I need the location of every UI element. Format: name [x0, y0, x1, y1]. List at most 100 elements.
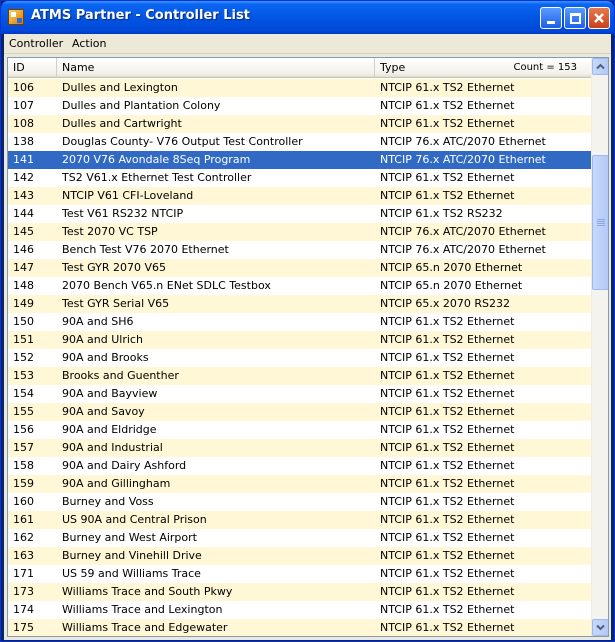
cell-id: 154: [13, 387, 34, 400]
cell-type: NTCIP 61.x TS2 Ethernet: [380, 441, 515, 454]
cell-type: NTCIP 61.x TS2 Ethernet: [380, 531, 515, 544]
cell-type: NTCIP 65.x 2070 RS232: [380, 297, 510, 310]
table-row[interactable]: 147 Test GYR 2070 V65 NTCIP 65.n 2070 Ethe…: [8, 259, 591, 277]
cell-name: Burney and West Airport: [62, 531, 197, 544]
cell-type: NTCIP 61.x TS2 Ethernet: [380, 81, 515, 94]
scroll-down-button[interactable]: [592, 619, 608, 636]
cell-id: 147: [13, 261, 34, 274]
table-row[interactable]: 153 Brooks and Guenther NTCIP 61.x TS2 Eth…: [8, 367, 591, 385]
minimize-icon: [547, 21, 555, 24]
cell-type: NTCIP 61.x TS2 Ethernet: [380, 585, 515, 598]
cell-name: 90A and Savoy: [62, 405, 145, 418]
cell-name: Test GYR 2070 V65: [62, 261, 167, 274]
cell-type: NTCIP 61.x TS2 Ethernet: [380, 459, 515, 472]
scroll-thumb[interactable]: [592, 155, 608, 290]
scroll-up-button[interactable]: [592, 58, 608, 75]
table-row[interactable]: 161 US 90A and Central Prison NTCIP 61.x T…: [8, 511, 591, 529]
column-header-type[interactable]: Type Count = 153: [375, 58, 591, 78]
cell-type: NTCIP 76.x ATC/2070 Ethernet: [380, 135, 546, 148]
cell-id: 144: [13, 207, 34, 220]
table-row[interactable]: 162 Burney and West Airport NTCIP 61.x TS2…: [8, 529, 591, 547]
cell-name: 90A and Eldridge: [62, 423, 157, 436]
table-row[interactable]: 149 Test GYR Serial V65 NTCIP 65.x 2070 RS…: [8, 295, 591, 313]
column-header-id-label: ID: [13, 61, 25, 74]
cell-type: NTCIP 61.x TS2 Ethernet: [380, 423, 515, 436]
table-row[interactable]: 106 Dulles and Lexington NTCIP 61.x TS2 Et…: [8, 79, 591, 97]
table-row[interactable]: 173 Williams Trace and South Pkwy NTCIP 61…: [8, 583, 591, 601]
cell-name: 2070 V76 Avondale 8Seq Program: [62, 153, 251, 166]
table-row[interactable]: 157 90A and Industrial NTCIP 61.x TS2 Ethe…: [8, 439, 591, 457]
menu-controller[interactable]: Controller: [9, 37, 63, 50]
window-title: ATMS Partner - Controller List: [31, 8, 250, 23]
cell-name: Dulles and Lexington: [62, 81, 178, 94]
table-row[interactable]: 156 90A and Eldridge NTCIP 61.x TS2 Ethern…: [8, 421, 591, 439]
scroll-grip-line: [597, 219, 605, 220]
cell-type: NTCIP 61.x TS2 Ethernet: [380, 117, 515, 130]
cell-name: US 59 and Williams Trace: [62, 567, 201, 580]
title-bar[interactable]: ATMS Partner - Controller List: [1, 1, 614, 34]
count-label: Count = 153: [513, 62, 577, 73]
column-header-id[interactable]: ID: [8, 58, 57, 78]
table-row[interactable]: 163 Burney and Vinehill Drive NTCIP 61.x T…: [8, 547, 591, 565]
table-row[interactable]: 159 90A and Gillingham NTCIP 61.x TS2 Ethe…: [8, 475, 591, 493]
cell-name: 90A and Ulrich: [62, 333, 143, 346]
window-client-area: Controller Action ID Name Type Count = 1…: [4, 34, 611, 640]
table-row[interactable]: 145 Test 2070 VC TSP NTCIP 76.x ATC/2070 E…: [8, 223, 591, 241]
table-row[interactable]: 108 Dulles and Cartwright NTCIP 61.x TS2 E…: [8, 115, 591, 133]
vertical-scrollbar[interactable]: [591, 58, 608, 636]
table-row[interactable]: 138 Douglas County- V76 Output Test Contr…: [8, 133, 591, 151]
table-row[interactable]: 107 Dulles and Plantation Colony NTCIP 61.…: [8, 97, 591, 115]
cell-name: Williams Trace and Lexington: [62, 603, 223, 616]
cell-id: 162: [13, 531, 34, 544]
cell-id: 158: [13, 459, 34, 472]
cell-name: 90A and Industrial: [62, 441, 163, 454]
table-row[interactable]: 142 TS2 V61.x Ethernet Test Controller NTC…: [8, 169, 591, 187]
menu-action[interactable]: Action: [72, 37, 106, 50]
table-row[interactable]: 151 90A and Ulrich NTCIP 61.x TS2 Ethernet: [8, 331, 591, 349]
list-header: ID Name Type Count = 153: [8, 58, 591, 78]
table-row[interactable]: 146 Bench Test V76 2070 Ethernet NTCIP 76.…: [8, 241, 591, 259]
cell-type: NTCIP 61.x TS2 Ethernet: [380, 333, 515, 346]
cell-id: 174: [13, 603, 34, 616]
table-row[interactable]: 152 90A and Brooks NTCIP 61.x TS2 Ethernet: [8, 349, 591, 367]
table-row-selected[interactable]: 141 2070 V76 Avondale 8Seq Program NTCIP 7…: [8, 151, 591, 169]
table-row[interactable]: 148 2070 Bench V65.n ENet SDLC Testbox NTC…: [8, 277, 591, 295]
app-icon[interactable]: [8, 9, 24, 25]
controller-list[interactable]: ID Name Type Count = 153 106 Dulles and L…: [7, 57, 609, 637]
table-row[interactable]: 174 Williams Trace and Lexington NTCIP 61.…: [8, 601, 591, 619]
cell-type: NTCIP 61.x TS2 Ethernet: [380, 621, 515, 634]
cell-type: NTCIP 61.x TS2 Ethernet: [380, 189, 515, 202]
cell-id: 171: [13, 567, 34, 580]
cell-name: 90A and Dairy Ashford: [62, 459, 187, 472]
cell-type: NTCIP 61.x TS2 Ethernet: [380, 513, 515, 526]
maximize-button[interactable]: [564, 7, 586, 29]
cell-name: 90A and Bayview: [62, 387, 158, 400]
table-row[interactable]: 160 Burney and Voss NTCIP 61.x TS2 Etherne…: [8, 493, 591, 511]
table-row[interactable]: 171 US 59 and Williams Trace NTCIP 61.x TS…: [8, 565, 591, 583]
close-button[interactable]: [588, 7, 610, 29]
cell-type: NTCIP 61.x TS2 Ethernet: [380, 603, 515, 616]
column-header-name[interactable]: Name: [57, 58, 375, 78]
cell-type: NTCIP 65.n 2070 Ethernet: [380, 261, 523, 274]
menu-bar: Controller Action: [4, 34, 611, 54]
cell-name: Test GYR Serial V65: [62, 297, 170, 310]
cell-type: NTCIP 61.x TS2 Ethernet: [380, 351, 515, 364]
table-row[interactable]: 158 90A and Dairy Ashford NTCIP 61.x TS2 E…: [8, 457, 591, 475]
table-row[interactable]: 155 90A and Savoy NTCIP 61.x TS2 Ethernet: [8, 403, 591, 421]
table-row[interactable]: 143 NTCIP V61 CFI-Loveland NTCIP 61.x TS2 …: [8, 187, 591, 205]
cell-id: 138: [13, 135, 34, 148]
table-row[interactable]: 144 Test V61 RS232 NTCIP NTCIP 61.x TS2 RS…: [8, 205, 591, 223]
table-row[interactable]: 175 Williams Trace and Edgewater NTCIP 61.…: [8, 619, 591, 636]
table-row[interactable]: 154 90A and Bayview NTCIP 61.x TS2 Etherne…: [8, 385, 591, 403]
cell-id: 159: [13, 477, 34, 490]
cell-id: 106: [13, 81, 34, 94]
chevron-down-icon: [596, 624, 605, 631]
list-rows: 106 Dulles and Lexington NTCIP 61.x TS2 Et…: [8, 79, 591, 636]
cell-id: 157: [13, 441, 34, 454]
cell-type: NTCIP 61.x TS2 Ethernet: [380, 315, 515, 328]
minimize-button[interactable]: [540, 7, 562, 29]
table-row[interactable]: 150 90A and SH6 NTCIP 61.x TS2 Ethernet: [8, 313, 591, 331]
cell-id: 151: [13, 333, 34, 346]
scroll-grip-line: [597, 225, 605, 226]
cell-id: 161: [13, 513, 34, 526]
